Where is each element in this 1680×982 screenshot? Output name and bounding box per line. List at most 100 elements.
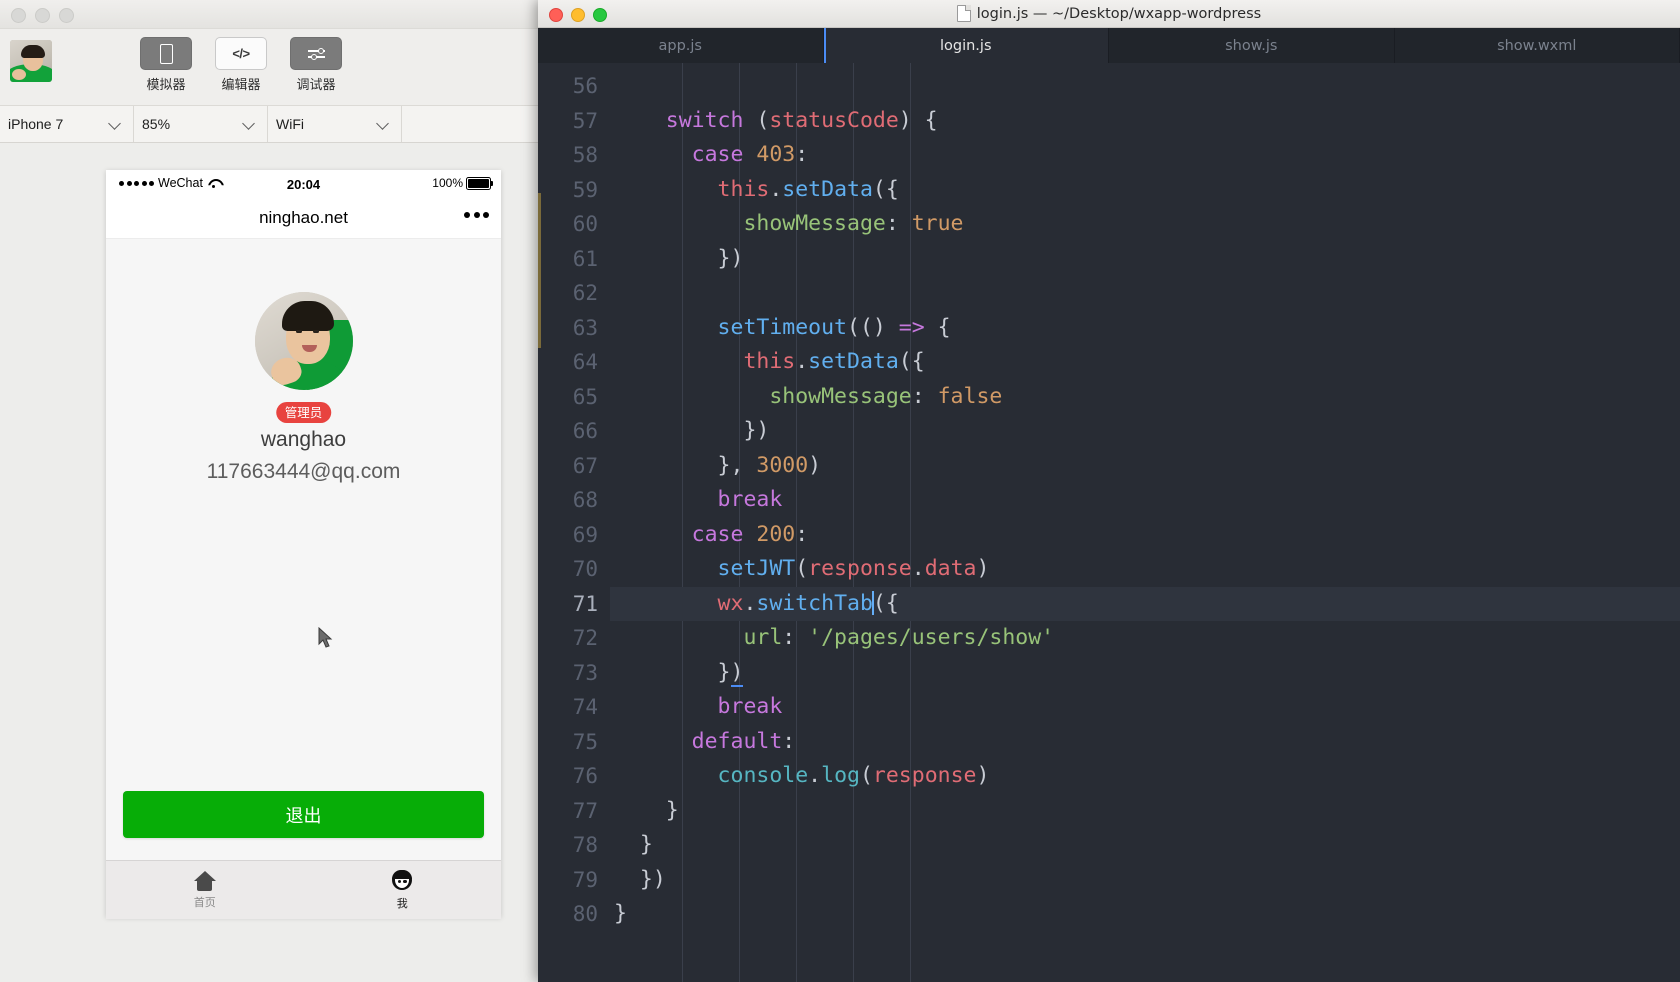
user-avatar[interactable] (10, 40, 52, 82)
devtools-select-bar: iPhone 7 85% WiFi (0, 106, 540, 143)
code-line[interactable]: }, 3000) (610, 449, 1680, 484)
code-line[interactable]: case 403: (610, 138, 1680, 173)
code-line[interactable]: }) (610, 656, 1680, 691)
code-line[interactable]: switch (statusCode) { (610, 104, 1680, 139)
tabbar-item-home[interactable]: 首页 (106, 861, 304, 919)
minimize-button[interactable] (35, 8, 50, 23)
code-line[interactable]: break (610, 483, 1680, 518)
code-line[interactable]: case 200: (610, 518, 1680, 553)
line-number: 79 (572, 867, 598, 892)
code-line-current[interactable]: wx.switchTab({ (610, 586, 1680, 621)
code-line[interactable]: } (610, 794, 1680, 829)
close-button[interactable] (549, 8, 563, 22)
code-line[interactable]: showMessage: true (610, 207, 1680, 242)
editor-window-controls[interactable] (549, 8, 607, 22)
code-line[interactable] (610, 276, 1680, 311)
code-line[interactable]: }) (610, 414, 1680, 449)
line-number: 68 (572, 488, 598, 512)
code-area[interactable]: 56 57 58 59 60 61 62 63 64 65 66 67 68 6… (538, 63, 1680, 982)
tab-show-wxml[interactable]: show.wxml (1394, 28, 1680, 63)
devtools-window-controls[interactable] (11, 8, 74, 23)
line-number: 64 (572, 350, 598, 374)
person-icon (391, 869, 413, 892)
editor-title-wrap: login.js — ~/Desktop/wxapp-wordpress (956, 5, 1262, 22)
phone-simulator: WeChat 20:04 100% ninghao.net 管理员 wangha… (106, 170, 502, 919)
debugger-label: 调试器 (296, 78, 336, 93)
toolbar-item-debugger[interactable]: 调试器 (290, 37, 342, 93)
line-number: 62 (572, 281, 598, 305)
close-button[interactable] (11, 8, 26, 23)
line-number: 58 (572, 143, 598, 167)
line-number: 66 (572, 419, 598, 443)
code-icon: </> (232, 46, 250, 61)
line-number: 57 (572, 108, 598, 133)
line-number: 61 (572, 246, 598, 271)
line-number: 69 (572, 522, 598, 547)
line-number: 65 (572, 384, 598, 409)
code-line[interactable]: setTimeout(() => { (610, 311, 1680, 346)
line-number: 63 (572, 315, 598, 340)
simulator-button[interactable] (140, 37, 192, 70)
tabbar-home-label: 首页 (193, 895, 216, 909)
editor-window-title: login.js — ~/Desktop/wxapp-wordpress (976, 5, 1262, 22)
tab-app-js[interactable]: app.js (538, 28, 824, 63)
zoom-button[interactable] (593, 8, 607, 22)
zoom-button[interactable] (59, 8, 74, 23)
wechat-devtools-window: 模拟器 </> 编辑器 调试器 iPhone 7 85% WiFi WeChat… (0, 0, 540, 982)
chevron-down-icon (376, 117, 389, 130)
screen: 模拟器 </> 编辑器 调试器 iPhone 7 85% WiFi WeChat… (0, 0, 1680, 982)
chevron-down-icon (108, 117, 121, 130)
code-line[interactable]: }) (610, 242, 1680, 277)
role-badge: 管理员 (275, 402, 332, 423)
avatar-hair (21, 45, 45, 58)
zoom-select[interactable]: 85% (134, 106, 268, 142)
code-line[interactable]: break (610, 690, 1680, 725)
tab-show-js[interactable]: show.js (1109, 28, 1395, 63)
simulator-canvas: WeChat 20:04 100% ninghao.net 管理员 wangha… (0, 143, 540, 982)
chevron-down-icon (242, 117, 255, 130)
tab-login-js[interactable]: login.js (823, 28, 1109, 63)
editor-titlebar: login.js — ~/Desktop/wxapp-wordpress (538, 0, 1680, 28)
debugger-button[interactable] (290, 37, 342, 70)
logout-button[interactable]: 退出 (123, 791, 484, 838)
code-line[interactable]: showMessage: false (610, 380, 1680, 415)
device-select-value: iPhone 7 (8, 116, 64, 132)
code-editor-window: login.js — ~/Desktop/wxapp-wordpress app… (538, 0, 1680, 982)
line-number: 67 (572, 453, 598, 478)
modified-lines-marker (538, 193, 541, 348)
home-icon (193, 870, 216, 891)
network-select-value: WiFi (276, 116, 304, 132)
toolbar-item-simulator[interactable]: 模拟器 (140, 37, 192, 93)
code-line[interactable]: url: '/pages/users/show' (610, 621, 1680, 656)
line-number: 72 (572, 626, 598, 650)
line-number: 73 (572, 660, 598, 685)
phone-status-bar: WeChat 20:04 100% (106, 170, 501, 198)
line-number: 59 (572, 177, 598, 202)
editor-button[interactable]: </> (215, 37, 267, 70)
device-select[interactable]: iPhone 7 (0, 106, 134, 142)
code-line[interactable]: }) (610, 863, 1680, 898)
code-line[interactable]: setJWT(response.data) (610, 552, 1680, 587)
code-line[interactable]: this.setData({ (610, 173, 1680, 208)
toolbar-item-editor[interactable]: </> 编辑器 (215, 37, 267, 93)
code-line[interactable]: default: (610, 725, 1680, 760)
line-number: 77 (572, 798, 598, 823)
network-select[interactable]: WiFi (268, 106, 402, 142)
code-line[interactable]: this.setData({ (610, 345, 1680, 380)
sliders-icon (307, 47, 325, 60)
line-number: 78 (572, 833, 598, 857)
code-lines[interactable]: switch (statusCode) { case 403: this.set… (610, 63, 1680, 982)
line-number-gutter: 56 57 58 59 60 61 62 63 64 65 66 67 68 6… (538, 63, 610, 982)
code-line[interactable]: } (610, 828, 1680, 863)
tabbar-me-label: 我 (396, 896, 408, 910)
more-menu-icon[interactable] (464, 212, 489, 218)
avatar-hand (12, 69, 26, 80)
minimize-button[interactable] (571, 8, 585, 22)
line-number: 56 (572, 74, 598, 98)
phone-nav-bar: ninghao.net (106, 198, 501, 239)
code-line[interactable] (610, 69, 1680, 104)
code-line[interactable]: } (610, 897, 1680, 932)
tabbar-item-me[interactable]: 我 (304, 861, 502, 919)
code-line[interactable]: console.log(response) (610, 759, 1680, 794)
line-number-current: 71 (572, 591, 598, 616)
